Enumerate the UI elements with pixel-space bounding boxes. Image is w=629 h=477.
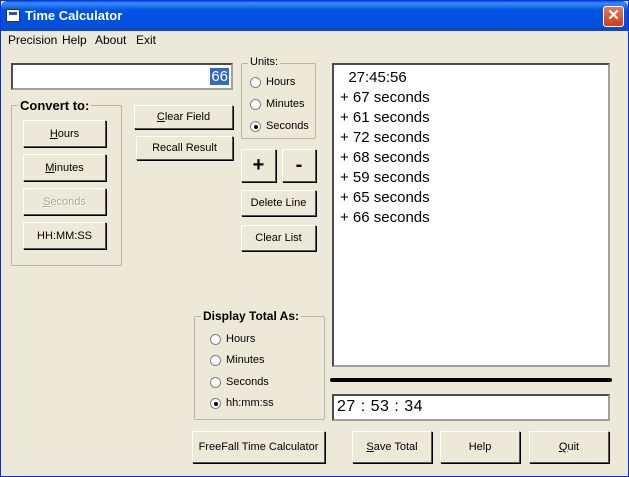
app-icon[interactable] [6, 9, 20, 22]
subtract-button[interactable]: - [282, 149, 316, 182]
menu-help[interactable]: Help [62, 33, 87, 47]
list-item[interactable]: + 65 seconds [340, 188, 602, 208]
display-seconds-label: Seconds [226, 376, 269, 388]
window-title: Time Calculator [25, 8, 123, 23]
display-minutes-label: Minutes [226, 354, 265, 366]
value-input[interactable]: 66 [11, 63, 233, 90]
units-seconds-radio[interactable]: Seconds [250, 120, 309, 132]
units-minutes-dot [250, 98, 261, 110]
list-item[interactable]: + 72 seconds [340, 128, 602, 148]
save-total-button[interactable]: Save Total [352, 431, 432, 463]
menu-bar: Precision Help About Exit [1, 31, 628, 49]
add-button[interactable]: + [241, 149, 276, 182]
clear-field-label-rest: lear Field [164, 111, 211, 123]
display-hours-dot [210, 333, 221, 345]
display-hhmmss-radio[interactable]: hh:mm:ss [210, 397, 274, 409]
total-result-field[interactable]: 27 : 53 : 34 [332, 394, 610, 421]
entries-list[interactable]: 27:45:56 + 67 seconds + 61 seconds + 72 … [332, 63, 610, 367]
quit-label-rest: uit [567, 441, 580, 453]
save-total-label-rest: ave Total [373, 441, 418, 453]
display-seconds-dot [210, 376, 221, 388]
display-hhmmss-dot [210, 397, 221, 409]
list-item[interactable]: + 59 seconds [340, 168, 602, 188]
units-seconds-label: Seconds [266, 120, 309, 132]
display-hhmmss-label: hh:mm:ss [226, 397, 274, 409]
delete-line-button[interactable]: Delete Line [241, 190, 316, 216]
total-separator [330, 378, 612, 382]
display-total-legend: Display Total As: [201, 309, 302, 323]
seconds-label-rest: econds [50, 195, 86, 208]
close-button[interactable]: ✕ [603, 6, 624, 27]
clear-list-button[interactable]: Clear List [241, 225, 316, 251]
units-hours-radio[interactable]: Hours [250, 76, 295, 88]
units-hours-label: Hours [266, 76, 296, 88]
freefall-calculator-button[interactable]: FreeFall Time Calculator [192, 431, 325, 463]
units-hours-dot [250, 76, 261, 88]
convert-to-legend: Convert to: [18, 98, 92, 113]
display-hours-radio[interactable]: Hours [210, 333, 255, 345]
quit-mnemonic: Q [558, 441, 568, 453]
units-legend: Units: [248, 56, 281, 68]
list-item[interactable]: + 66 seconds [340, 208, 602, 228]
minutes-mnemonic: M [45, 161, 55, 174]
convert-seconds-button[interactable]: Seconds [23, 188, 106, 215]
menu-about[interactable]: About [95, 33, 126, 47]
save-total-mnemonic: S [366, 441, 374, 453]
help-button[interactable]: Help [440, 431, 520, 463]
list-item[interactable]: + 61 seconds [340, 108, 602, 128]
menu-precision[interactable]: Precision [8, 33, 57, 47]
recall-result-button[interactable]: Recall Result [136, 136, 233, 160]
units-seconds-dot [250, 120, 261, 132]
display-minutes-radio[interactable]: Minutes [210, 354, 265, 366]
quit-button[interactable]: Quit [529, 431, 609, 463]
units-minutes-label: Minutes [266, 98, 305, 110]
convert-hours-button[interactable]: Hours [23, 120, 106, 147]
list-item[interactable]: 27:45:56 [340, 68, 602, 88]
display-hours-label: Hours [226, 333, 256, 345]
units-minutes-radio[interactable]: Minutes [250, 98, 305, 110]
display-seconds-radio[interactable]: Seconds [210, 376, 269, 388]
app-window: Time Calculator ✕ Precision Help About E… [0, 0, 629, 477]
hours-label-rest: ours [57, 127, 80, 140]
seconds-mnemonic: S [43, 195, 51, 208]
list-item[interactable]: + 67 seconds [340, 88, 602, 108]
display-minutes-dot [210, 354, 221, 366]
minutes-label-rest: inutes [54, 161, 84, 174]
hours-mnemonic: H [49, 127, 58, 140]
value-input-text: 66 [210, 68, 229, 85]
clear-field-mnemonic: C [156, 111, 165, 123]
convert-hhmmss-button[interactable]: HH:MM:SS [23, 222, 106, 249]
title-bar[interactable]: Time Calculator ✕ [1, 1, 628, 31]
convert-minutes-button[interactable]: Minutes [23, 154, 106, 181]
list-item[interactable]: + 68 seconds [340, 148, 602, 168]
menu-exit[interactable]: Exit [136, 33, 156, 47]
clear-field-button[interactable]: Clear Field [134, 105, 233, 129]
